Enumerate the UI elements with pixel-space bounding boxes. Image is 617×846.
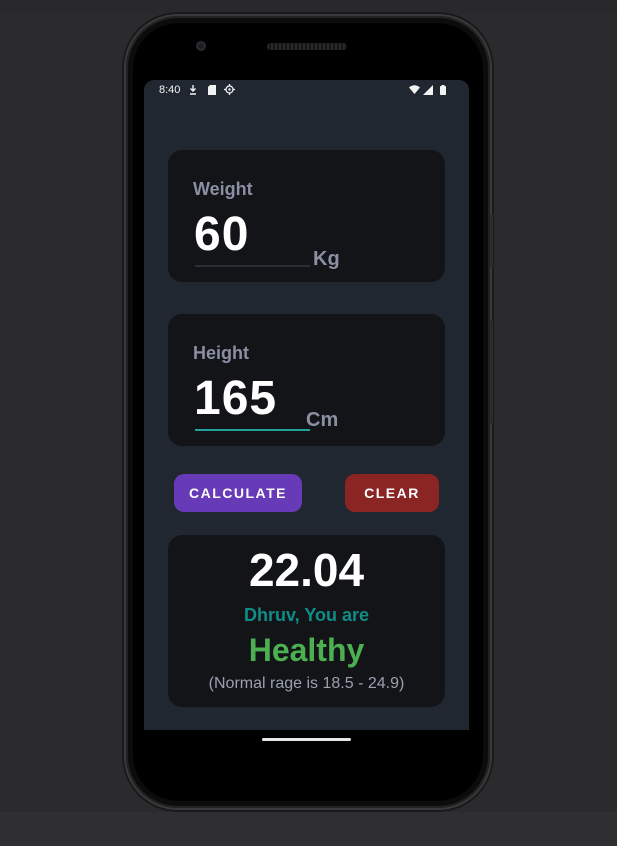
download-icon (187, 84, 198, 95)
weight-input[interactable]: 60 (194, 207, 249, 262)
signal-icon (422, 84, 433, 95)
bottom-strip (0, 812, 617, 846)
volume-button (490, 320, 493, 424)
top-strip (0, 0, 617, 14)
height-card: Height 165 Cm (168, 314, 445, 446)
gps-icon (224, 84, 235, 95)
battery-icon (437, 84, 448, 95)
navigation-bar (144, 730, 469, 770)
height-unit: Cm (306, 409, 339, 431)
bmi-value: 22.04 (248, 544, 365, 596)
front-camera (196, 41, 206, 51)
status-time: 8:40 (159, 84, 181, 96)
status-bar: 8:40 (144, 80, 469, 100)
device-preview: 8:40 Weight 60 Kg Height 165 Cm CALCULAT… (0, 0, 617, 846)
result-card: 22.04 Dhruv, You are Healthy (Normal rag… (168, 535, 445, 707)
home-gesture-handle[interactable] (262, 738, 351, 741)
sd-card-icon (206, 84, 217, 95)
earpiece-speaker (267, 43, 347, 50)
height-input[interactable]: 165 (194, 371, 277, 426)
clear-button[interactable]: CLEAR (345, 474, 439, 512)
calculate-button[interactable]: CALCULATE (174, 474, 302, 512)
app-screen: 8:40 Weight 60 Kg Height 165 Cm CALCULAT… (144, 80, 469, 730)
result-message: Dhruv, You are (243, 605, 370, 625)
weight-input-underline (195, 265, 310, 267)
wifi-icon (409, 84, 420, 95)
weight-label: Weight (193, 179, 253, 199)
height-label: Height (193, 343, 249, 363)
normal-range-note: (Normal rage is 18.5 - 24.9) (208, 675, 405, 692)
power-button (490, 214, 493, 268)
weight-card: Weight 60 Kg (168, 150, 445, 282)
height-input-underline (195, 429, 310, 431)
health-status: Healthy (248, 632, 365, 668)
weight-unit: Kg (313, 248, 340, 270)
